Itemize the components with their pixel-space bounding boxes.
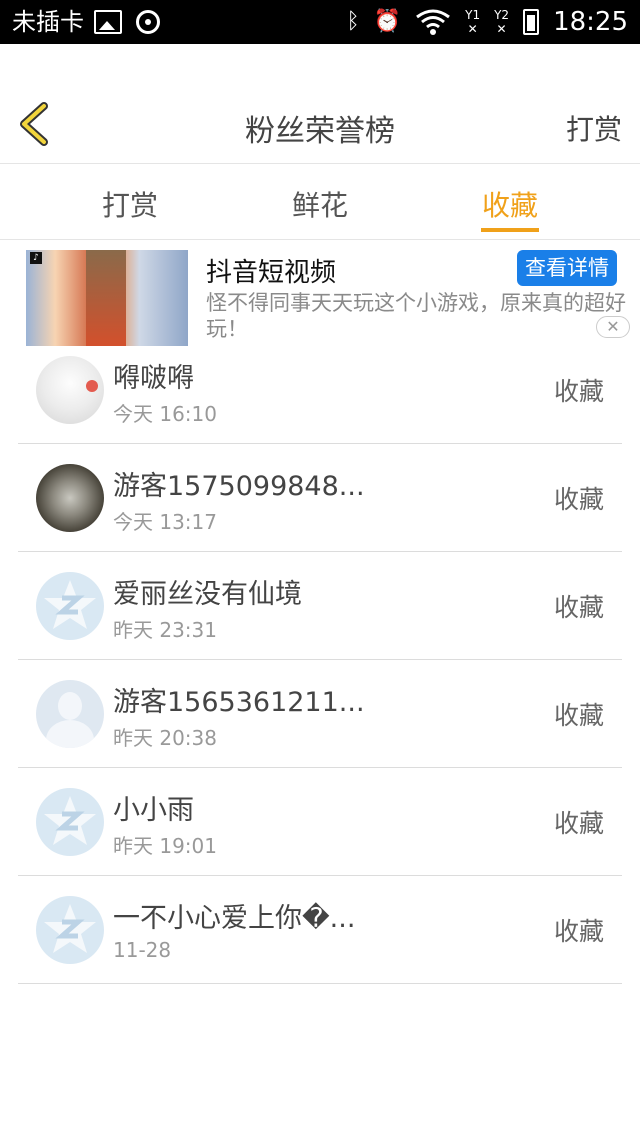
status-bar: 未插卡 ᛒ ⏰ Y1 ✕ Y2 ✕ 18:25 bbox=[0, 0, 640, 44]
active-tab-indicator bbox=[481, 228, 539, 232]
tiktok-icon: ♪ bbox=[30, 252, 42, 264]
sim1-x: ✕ bbox=[467, 22, 478, 36]
user-name: 爱丽丝没有仙境 bbox=[113, 579, 302, 610]
list-item[interactable]: 小小雨 昨天 19:01 收藏 bbox=[18, 768, 622, 876]
timestamp: 今天 16:10 bbox=[113, 402, 217, 426]
wifi-icon bbox=[416, 9, 451, 35]
sim2-x: ✕ bbox=[496, 22, 507, 36]
qq-star-icon bbox=[44, 904, 96, 953]
action-label: 收藏 bbox=[553, 917, 604, 946]
user-name: 游客1565361211... bbox=[113, 687, 365, 718]
list-item[interactable]: 游客1565361211... 昨天 20:38 收藏 bbox=[18, 660, 622, 768]
ad-title[interactable]: 抖音短视频 bbox=[206, 252, 336, 289]
sim1-indicator: Y1 ✕ bbox=[465, 8, 480, 36]
bluetooth-icon: ᛒ bbox=[346, 9, 360, 34]
avatar[interactable] bbox=[36, 356, 104, 424]
tab-favorites[interactable]: 收藏 bbox=[450, 184, 570, 224]
list-item[interactable]: 嘚啵嘚 今天 16:10 收藏 bbox=[18, 336, 622, 444]
list-item[interactable]: 爱丽丝没有仙境 昨天 23:31 收藏 bbox=[18, 552, 622, 660]
reward-button[interactable]: 打赏 bbox=[566, 108, 622, 148]
sim2-indicator: Y2 ✕ bbox=[494, 8, 509, 36]
user-name: 游客1575099848... bbox=[113, 471, 365, 502]
tab-reward[interactable]: 打赏 bbox=[70, 184, 190, 224]
tab-bar: 打赏 鲜花 收藏 bbox=[0, 164, 640, 240]
timestamp: 昨天 19:01 bbox=[113, 834, 217, 858]
avatar[interactable] bbox=[36, 464, 104, 532]
timestamp: 昨天 20:38 bbox=[113, 726, 217, 750]
user-name: 小小雨 bbox=[113, 795, 194, 826]
avatar[interactable] bbox=[36, 896, 104, 964]
action-label: 收藏 bbox=[553, 377, 604, 406]
clock: 18:25 bbox=[553, 7, 628, 37]
action-label: 收藏 bbox=[553, 485, 604, 514]
avatar[interactable] bbox=[36, 680, 104, 748]
qq-star-icon bbox=[44, 580, 96, 629]
ad-thumbnail[interactable]: ♪ bbox=[26, 250, 188, 346]
alarm-icon: ⏰ bbox=[373, 9, 402, 34]
image-icon bbox=[94, 10, 122, 34]
avatar[interactable] bbox=[36, 572, 104, 640]
timestamp: 11-28 bbox=[113, 938, 172, 962]
timestamp: 昨天 23:31 bbox=[113, 618, 217, 642]
tab-flowers[interactable]: 鲜花 bbox=[260, 184, 380, 224]
close-icon[interactable]: ✕ bbox=[596, 316, 630, 338]
disc-icon bbox=[136, 10, 160, 34]
timestamp: 今天 13:17 bbox=[113, 510, 217, 534]
user-name: 一不小心爱上你�... bbox=[113, 903, 356, 934]
fan-list: 嘚啵嘚 今天 16:10 收藏 游客1575099848... 今天 13:17… bbox=[0, 336, 640, 984]
action-label: 收藏 bbox=[553, 593, 604, 622]
list-item[interactable]: 游客1575099848... 今天 13:17 收藏 bbox=[18, 444, 622, 552]
avatar[interactable] bbox=[36, 788, 104, 856]
battery-icon bbox=[523, 9, 540, 35]
title-bar: 粉丝荣誉榜 打赏 bbox=[0, 88, 640, 164]
sim2-label: Y2 bbox=[494, 8, 510, 22]
ad-details-button[interactable]: 查看详情 bbox=[517, 250, 617, 286]
ad-banner[interactable]: ♪ 抖音短视频 查看详情 怪不得同事天天玩这个小游戏，原来真的超好玩！ ✕ bbox=[0, 240, 640, 348]
carrier-label: 未插卡 bbox=[12, 8, 84, 36]
action-label: 收藏 bbox=[553, 701, 604, 730]
qq-star-icon bbox=[44, 796, 96, 845]
user-name: 嘚啵嘚 bbox=[113, 363, 194, 394]
ad-description[interactable]: 怪不得同事天天玩这个小游戏，原来真的超好玩！ bbox=[206, 290, 626, 342]
page-title: 粉丝荣誉榜 bbox=[245, 114, 395, 149]
ad-thumbnail-track bbox=[86, 250, 126, 346]
list-item[interactable]: 一不小心爱上你�... 11-28 收藏 bbox=[18, 876, 622, 984]
action-label: 收藏 bbox=[553, 809, 604, 838]
sim1-label: Y1 bbox=[465, 8, 481, 22]
